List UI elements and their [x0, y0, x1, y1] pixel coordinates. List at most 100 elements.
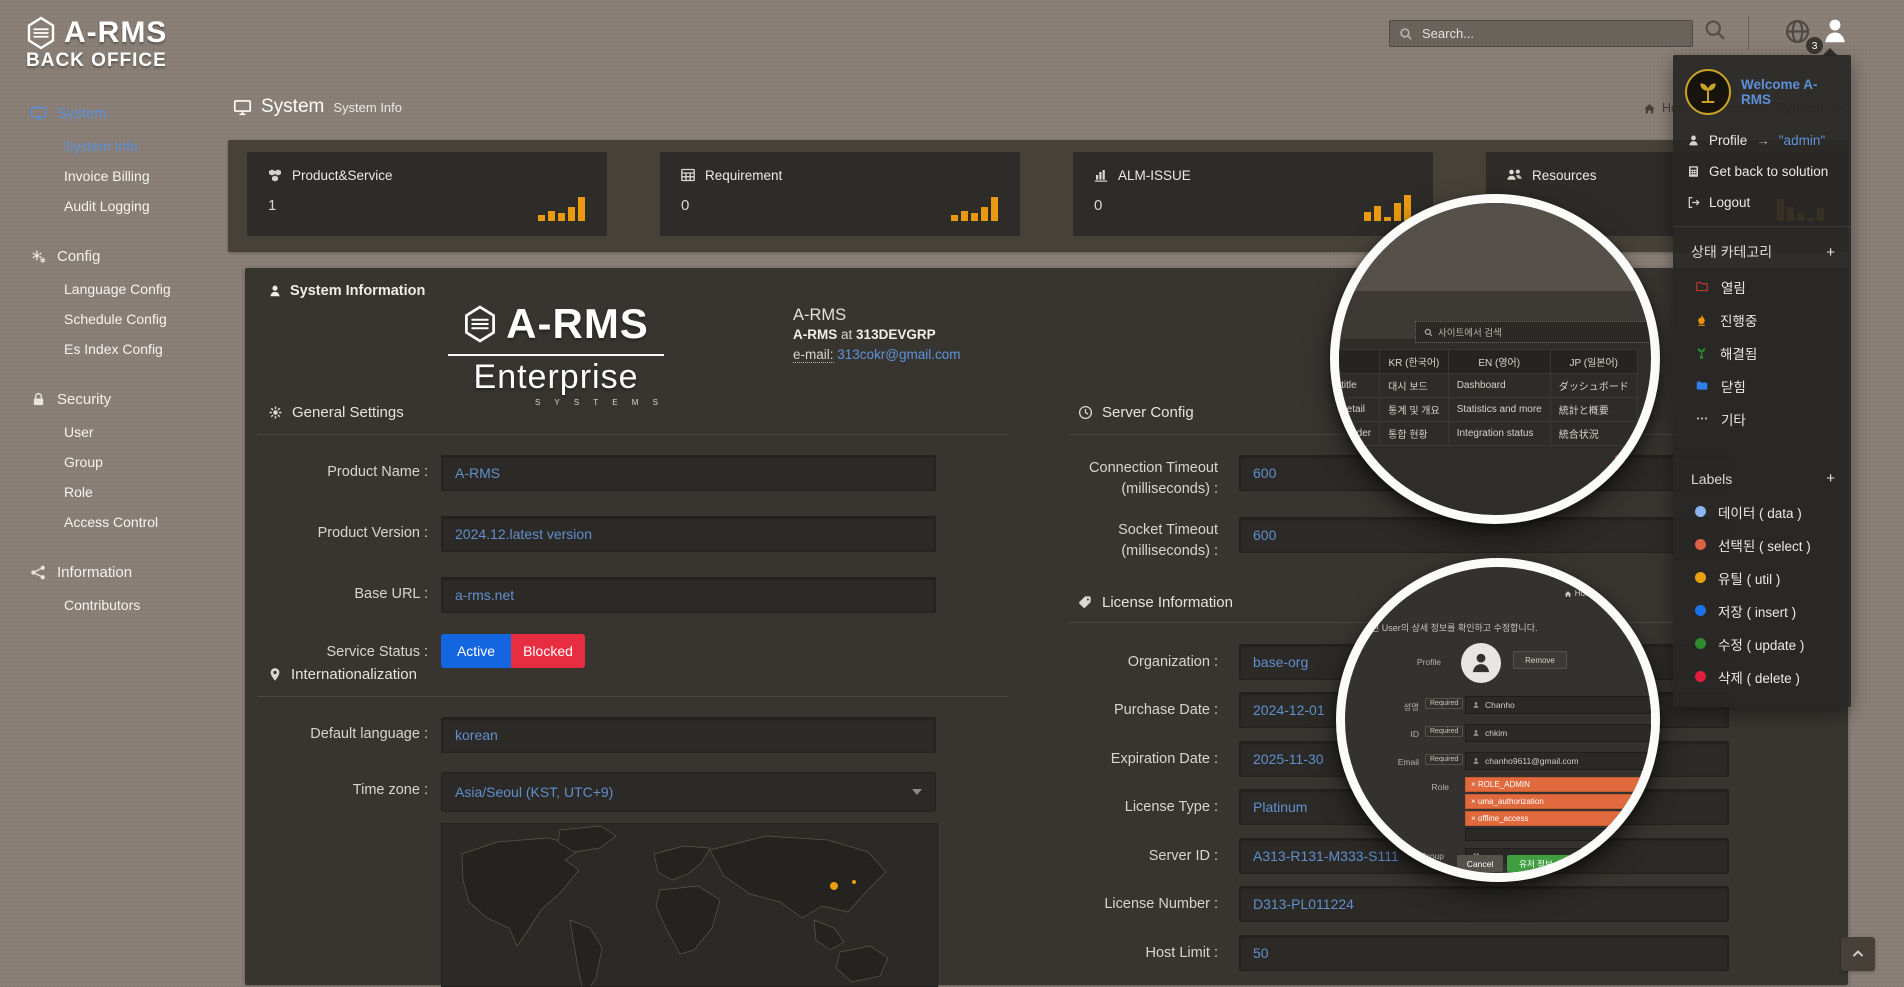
- sidebar-section-config[interactable]: Config: [0, 239, 226, 274]
- product-name-input[interactable]: [441, 455, 936, 491]
- stat-card-label: Requirement: [705, 168, 782, 183]
- profile-menu-item[interactable]: Profile → "admin": [1673, 125, 1851, 156]
- mini-remove-button: Remove: [1513, 651, 1567, 669]
- brand-logo[interactable]: A-RMS BACK OFFICE: [26, 16, 167, 72]
- magnifier-overlay-top: 사이트에서 검색 KR (한국어) EN (영어) JP (일본어) er.ti…: [1330, 194, 1660, 524]
- label-item-util[interactable]: 유틸 ( util ): [1673, 561, 1851, 594]
- product-version-input[interactable]: [441, 516, 936, 552]
- sidebar-item-language-config[interactable]: Language Config: [0, 274, 226, 304]
- label-item-insert[interactable]: 저장 ( insert ): [1673, 594, 1851, 627]
- contact-company-link[interactable]: 313DEVGRP: [856, 327, 936, 342]
- label-text: 수정 ( update ): [1718, 634, 1804, 654]
- topbar-search[interactable]: [1389, 20, 1693, 47]
- status-item-closed[interactable]: 닫힘: [1673, 369, 1851, 402]
- search-submit-icon[interactable]: [1703, 18, 1727, 42]
- logo-hexagon-icon: [463, 305, 497, 343]
- host-limit-input[interactable]: [1239, 935, 1729, 971]
- mini-search-box: 사이트에서 검색: [1415, 321, 1651, 343]
- section-title: Server Config: [1102, 404, 1194, 421]
- license-number-input[interactable]: [1239, 886, 1729, 922]
- sidebar-item-es-index-config[interactable]: Es Index Config: [0, 334, 226, 364]
- profile-value: "admin": [1779, 133, 1825, 148]
- sidebar-item-audit-logging[interactable]: Audit Logging: [0, 191, 226, 221]
- mini-name-input: Chanho: [1465, 696, 1651, 714]
- license-information-header: License Information: [1078, 594, 1233, 611]
- label-item-select[interactable]: 선택된 ( select ): [1673, 528, 1851, 561]
- brand-subtitle: BACK OFFICE: [26, 50, 167, 72]
- status-item-open[interactable]: 열림: [1673, 270, 1851, 303]
- sidebar-item-system-info[interactable]: System Info: [0, 131, 226, 161]
- time-zone-select[interactable]: Asia/Seoul (KST, UTC+9): [441, 772, 936, 812]
- sidebar-section-security[interactable]: Security: [0, 382, 226, 417]
- sidebar-item-invoice-billing[interactable]: Invoice Billing: [0, 161, 226, 191]
- label-item-delete[interactable]: 삭제 ( delete ): [1673, 660, 1851, 693]
- map-marker-korea: [830, 882, 838, 890]
- label-dot: [1695, 539, 1706, 550]
- sidebar-item-role[interactable]: Role: [0, 477, 226, 507]
- get-back-to-solution-item[interactable]: Get back to solution: [1673, 156, 1851, 187]
- status-item-in-progress[interactable]: 진행중: [1673, 303, 1851, 336]
- stat-card-product-service[interactable]: Product&Service 1: [247, 152, 607, 236]
- label-text: 데이터 ( data ): [1718, 502, 1802, 522]
- status-label: 진행중: [1720, 310, 1757, 330]
- base-url-input[interactable]: [441, 577, 936, 613]
- mini-role-label: Role: [1405, 782, 1449, 792]
- label-item-data[interactable]: 데이터 ( data ): [1673, 495, 1851, 528]
- sidebar-section-information[interactable]: Information: [0, 555, 226, 590]
- status-item-resolved[interactable]: 해결됨: [1673, 336, 1851, 369]
- sidebar-section-label: Security: [57, 391, 111, 408]
- email-link[interactable]: 313cokr@gmail.com: [837, 347, 960, 362]
- user-menu-icon[interactable]: [1820, 16, 1850, 46]
- time-zone-label: Time zone :: [248, 782, 428, 798]
- status-item-etc[interactable]: 기타: [1673, 402, 1851, 435]
- cubes-icon: [267, 167, 283, 183]
- person-icon: [268, 284, 282, 298]
- mini-translation-table: KR (한국어) EN (영어) JP (일본어) er.title 대시 보드…: [1330, 349, 1638, 446]
- page-title: System System Info: [233, 96, 402, 118]
- label-item-update[interactable]: 수정 ( update ): [1673, 627, 1851, 660]
- sidebar-section-label: Config: [57, 248, 100, 265]
- sidebar: A-RMS BACK OFFICE System System Info Inv…: [0, 0, 226, 985]
- logout-item[interactable]: Logout: [1673, 187, 1851, 218]
- service-status-active-button[interactable]: Active: [441, 634, 511, 668]
- sidebar-item-access-control[interactable]: Access Control: [0, 507, 226, 537]
- mini-group-label: Group: [1400, 851, 1444, 861]
- flame-icon: [1695, 313, 1708, 327]
- mini-role-tag: × offline_access: [1465, 811, 1651, 826]
- sidebar-section-label: System: [57, 105, 107, 122]
- sidebar-item-contributors[interactable]: Contributors: [0, 590, 226, 620]
- base-url-label: Base URL :: [248, 586, 428, 602]
- sidebar-item-schedule-config[interactable]: Schedule Config: [0, 304, 226, 334]
- sidebar-section-system[interactable]: System: [0, 96, 226, 131]
- sidebar-nav: System System Info Invoice Billing Audit…: [0, 96, 226, 620]
- section-title: License Information: [1102, 594, 1233, 611]
- plant-icon: [1695, 346, 1708, 360]
- section-title: General Settings: [292, 404, 404, 421]
- sidebar-item-user[interactable]: User: [0, 417, 226, 447]
- welcome-row: Welcome A-RMS: [1673, 65, 1851, 125]
- label-dot: [1695, 671, 1706, 682]
- service-status-blocked-button[interactable]: Blocked: [511, 634, 585, 668]
- default-language-input[interactable]: [441, 717, 936, 753]
- server-config-header: Server Config: [1078, 404, 1194, 421]
- label-dot: [1695, 572, 1706, 583]
- user-dropdown-menu: Welcome A-RMS Profile → "admin" Get back…: [1673, 55, 1851, 707]
- add-label-button[interactable]: +: [1826, 470, 1835, 487]
- logo-main-text: A-RMS: [506, 300, 649, 348]
- search-input[interactable]: [1420, 25, 1683, 42]
- magnifier-overlay-bottom: Home > 된 User의 상세 정보를 확인하고 수정합니다. Profil…: [1336, 558, 1660, 882]
- status-label: 열림: [1721, 277, 1746, 297]
- scroll-to-top-button[interactable]: [1841, 937, 1875, 971]
- caret-down-icon: [912, 789, 922, 795]
- sidebar-section-label: Information: [57, 564, 132, 581]
- brand-title: A-RMS: [64, 16, 167, 50]
- add-status-category-button[interactable]: +: [1826, 244, 1835, 261]
- stat-card-requirement[interactable]: Requirement 0: [660, 152, 1020, 236]
- mini-screenshot-background: [1339, 203, 1660, 291]
- mini-delete-button: [1587, 855, 1613, 872]
- world-map[interactable]: [441, 823, 938, 987]
- ellipsis-icon: [1695, 412, 1709, 425]
- section-title: Internationalization: [291, 666, 417, 683]
- sidebar-item-group[interactable]: Group: [0, 447, 226, 477]
- divider: [258, 434, 1008, 435]
